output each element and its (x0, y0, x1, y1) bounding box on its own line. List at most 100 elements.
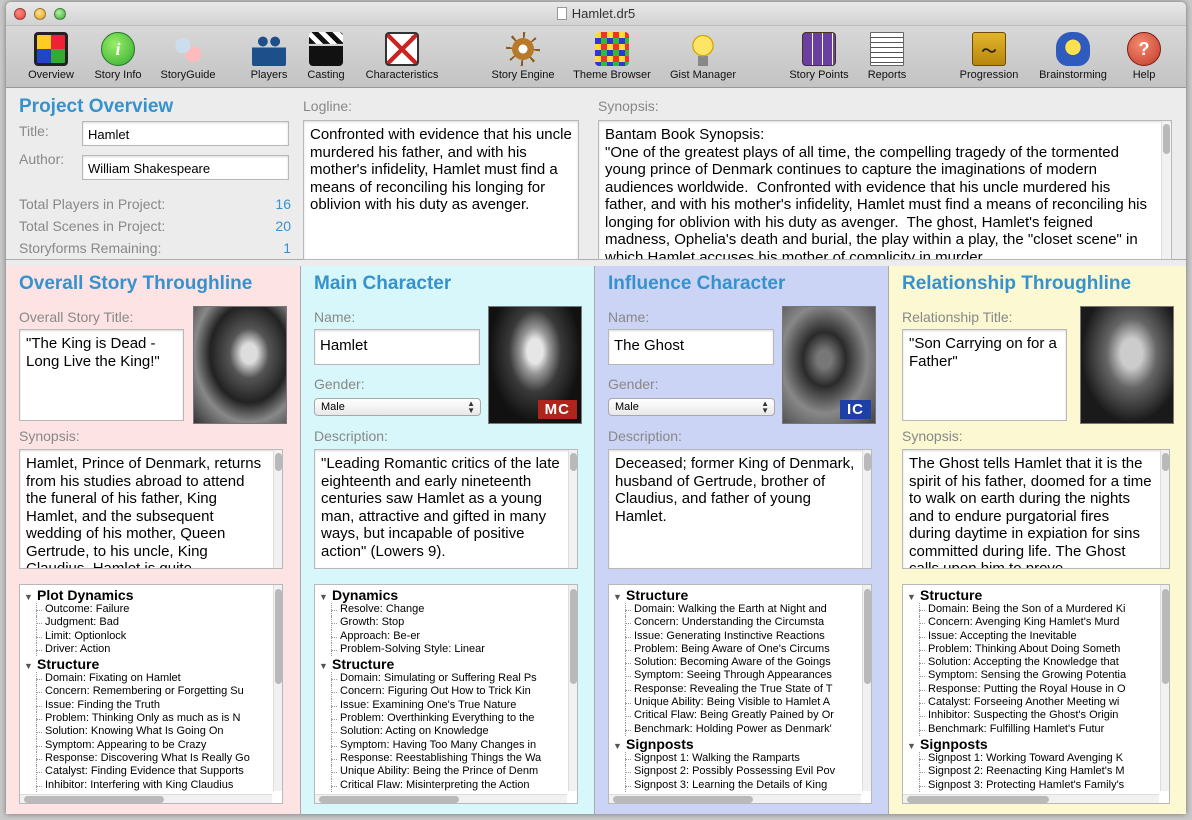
os-title-field[interactable]: "The King is Dead - Long Live the King!" (19, 329, 184, 421)
tree-row[interactable]: Problem: Overthinking Everything to the (315, 712, 567, 726)
tree-row[interactable]: Critical Flaw: Being Greatly Pained by O… (609, 709, 861, 723)
ic-tree-vscrollbar[interactable] (862, 585, 871, 791)
ic-name-field[interactable]: The Ghost (608, 329, 774, 365)
tree-row[interactable]: Symptom: Seeing Through Appearances (609, 669, 861, 684)
tree-group[interactable]: ▼ Signposts (903, 736, 1159, 752)
toolbar-reports-button[interactable]: Reports (847, 32, 927, 81)
tree-row[interactable]: Signpost 2: Reenacting King Hamlet's M (903, 765, 1159, 779)
rs-tree-vscrollbar[interactable] (1160, 585, 1169, 791)
scrollbar-thumb[interactable] (319, 796, 459, 803)
tree-row[interactable]: Symptom: Appearing to be Crazy (20, 738, 272, 753)
tree-row[interactable]: Judgment: Bad (20, 616, 272, 630)
tree-row[interactable]: Symptom: Having Too Many Changes in (315, 738, 567, 753)
tree-row[interactable]: Response: Revealing the True State of T (609, 682, 861, 697)
tree-row[interactable]: Issue: Finding the Truth (20, 698, 272, 713)
tree-row[interactable]: Signpost 3: Protecting Hamlet's Family's (903, 778, 1159, 793)
toolbar-casting-button[interactable]: Casting (286, 32, 366, 81)
mc-structure-tree[interactable]: ▼ Dynamics Resolve: Change Growth: Stop Appr… (314, 584, 578, 804)
os-description-field[interactable]: Hamlet, Prince of Denmark, returns from … (19, 449, 283, 569)
tree-row[interactable]: Signpost 2: Possibly Possessing Evil Pov (609, 765, 861, 779)
os-tree-hscrollbar[interactable] (20, 794, 272, 803)
toolbar-progression-button[interactable]: 〜 Progression (949, 32, 1029, 81)
toolbar-characteristics-button[interactable]: Characteristics (362, 32, 442, 81)
tree-row[interactable]: Issue: Accepting the Inevitable (903, 629, 1159, 644)
tree-row[interactable]: Domain: Walking the Earth at Night and (609, 603, 861, 617)
tree-row[interactable]: Growth: Stop (315, 616, 567, 630)
tree-row[interactable]: Outcome: Failure (20, 603, 272, 617)
scrollbar-thumb[interactable] (1162, 453, 1169, 471)
scrollbar-thumb[interactable] (907, 796, 1049, 803)
tree-row[interactable]: Benchmark: Holding Power as Denmark' (609, 722, 861, 737)
rs-tree-hscrollbar[interactable] (903, 794, 1159, 803)
mc-tree-hscrollbar[interactable] (315, 794, 567, 803)
ic-structure-tree[interactable]: ▼ Structure Domain: Walking the Earth at N… (608, 584, 872, 804)
tree-row[interactable]: Solution: Accepting the Knowledge that (903, 656, 1159, 670)
toolbar-theme-browser-button[interactable]: Theme Browser (572, 32, 652, 81)
tree-group[interactable]: ▼ Structure (315, 656, 567, 672)
tree-group[interactable]: ▼ Structure (903, 587, 1159, 603)
tree-row[interactable]: Domain: Simulating or Suffering Real Ps (315, 672, 567, 686)
synopsis-scrollbar[interactable] (1161, 121, 1170, 259)
toolbar-story-engine-button[interactable]: Story Engine (483, 32, 563, 81)
rs-structure-tree[interactable]: ▼ Structure Domain: Being the Son of a Mur… (902, 584, 1170, 804)
mc-name-field[interactable]: Hamlet (314, 329, 480, 365)
ic-tree-hscrollbar[interactable] (609, 794, 861, 803)
tree-row[interactable]: Limit: Optionlock (20, 629, 272, 644)
title-field[interactable]: Hamlet (82, 121, 289, 146)
scrollbar-thumb[interactable] (275, 589, 282, 684)
tree-row[interactable]: Domain: Being the Son of a Murdered Ki (903, 603, 1159, 617)
tree-row[interactable]: Driver: Action (20, 642, 272, 657)
tree-row[interactable]: Issue: Generating Instinctive Reactions (609, 629, 861, 644)
rs-description-scrollbar[interactable] (1160, 450, 1169, 568)
os-structure-tree[interactable]: ▼ Plot Dynamics Outcome: Failure Judgment: … (19, 584, 283, 804)
tree-row[interactable]: Inhibitor: Suspecting the Ghost's Origin (903, 709, 1159, 723)
toolbar-gist-manager-button[interactable]: Gist Manager (663, 32, 743, 81)
tree-row[interactable]: Unique Ability: Being the Prince of Denm (315, 765, 567, 779)
tree-row[interactable]: Problem: Thinking Only as much as is N (20, 712, 272, 726)
scrollbar-thumb[interactable] (864, 589, 871, 684)
mc-tree-vscrollbar[interactable] (568, 585, 577, 791)
toolbar-story-info-button[interactable]: i Story Info (78, 32, 158, 81)
tree-group[interactable]: ▼ Plot Dynamics (20, 587, 272, 603)
tree-row[interactable]: Signpost 1: Walking the Ramparts (609, 751, 861, 766)
tree-row[interactable]: Inhibitor: Interfering with King Claudiu… (20, 778, 272, 793)
tree-row[interactable]: Concern: Understanding the Circumsta (609, 616, 861, 630)
author-field[interactable]: William Shakespeare (82, 155, 289, 180)
toolbar-brainstorming-button[interactable]: Brainstorming (1033, 32, 1113, 81)
scrollbar-thumb[interactable] (864, 453, 871, 471)
tree-group[interactable]: ▼ Structure (20, 656, 272, 672)
tree-row[interactable]: Problem-Solving Style: Linear (315, 642, 567, 657)
tree-group[interactable]: ▼ Signposts (609, 736, 861, 752)
tree-row[interactable]: Catalyst: Forseeing Another Meeting wi (903, 696, 1159, 710)
tree-row[interactable]: Issue: Examining One's True Nature (315, 698, 567, 713)
mc-description-field[interactable]: "Leading Romantic critics of the late ei… (314, 449, 578, 569)
tree-row[interactable]: Concern: Avenging King Hamlet's Murd (903, 616, 1159, 630)
tree-row[interactable]: Resolve: Change (315, 603, 567, 617)
tree-row[interactable]: Concern: Remembering or Forgetting Su (20, 685, 272, 700)
rs-description-field[interactable]: The Ghost tells Hamlet that it is the sp… (902, 449, 1170, 569)
tree-row[interactable]: Response: Reestablishing Things the Wa (315, 751, 567, 766)
scrollbar-thumb[interactable] (24, 796, 164, 803)
mc-gender-select[interactable]: Male ▲ ▼ (314, 398, 481, 416)
ic-description-scrollbar[interactable] (862, 450, 871, 568)
tree-row[interactable]: Signpost 3: Learning the Details of King (609, 778, 861, 793)
tree-row[interactable]: Catalyst: Finding Evidence that Supports (20, 765, 272, 779)
rs-title-field[interactable]: "Son Carrying on for a Father" (902, 329, 1067, 421)
tree-row[interactable]: Benchmark: Fulfilling Hamlet's Futur (903, 722, 1159, 737)
toolbar-help-button[interactable]: ? Help (1104, 32, 1184, 81)
tree-row[interactable]: Problem: Being Aware of One's Circums (609, 642, 861, 657)
tree-row[interactable]: Response: Discovering What Is Really Go (20, 751, 272, 766)
ic-gender-select[interactable]: Male ▲ ▼ (608, 398, 775, 416)
tree-row[interactable]: Unique Ability: Being Visible to Hamlet … (609, 696, 861, 710)
tree-row[interactable]: Concern: Figuring Out How to Trick Kin (315, 685, 567, 700)
os-tree-vscrollbar[interactable] (273, 585, 282, 791)
logline-field[interactable]: Confronted with evidence that his uncle … (303, 120, 579, 260)
toolbar-storyguide-button[interactable]: StoryGuide (148, 32, 228, 81)
scrollbar-thumb[interactable] (1162, 589, 1169, 684)
scrollbar-thumb[interactable] (275, 453, 282, 471)
tree-row[interactable]: Signpost 1: Working Toward Avenging K (903, 751, 1159, 766)
tree-row[interactable]: Approach: Be-er (315, 629, 567, 644)
scrollbar-thumb[interactable] (570, 453, 577, 471)
tree-row[interactable]: Problem: Thinking About Doing Someth (903, 642, 1159, 657)
tree-row[interactable]: Solution: Acting on Knowledge (315, 725, 567, 739)
